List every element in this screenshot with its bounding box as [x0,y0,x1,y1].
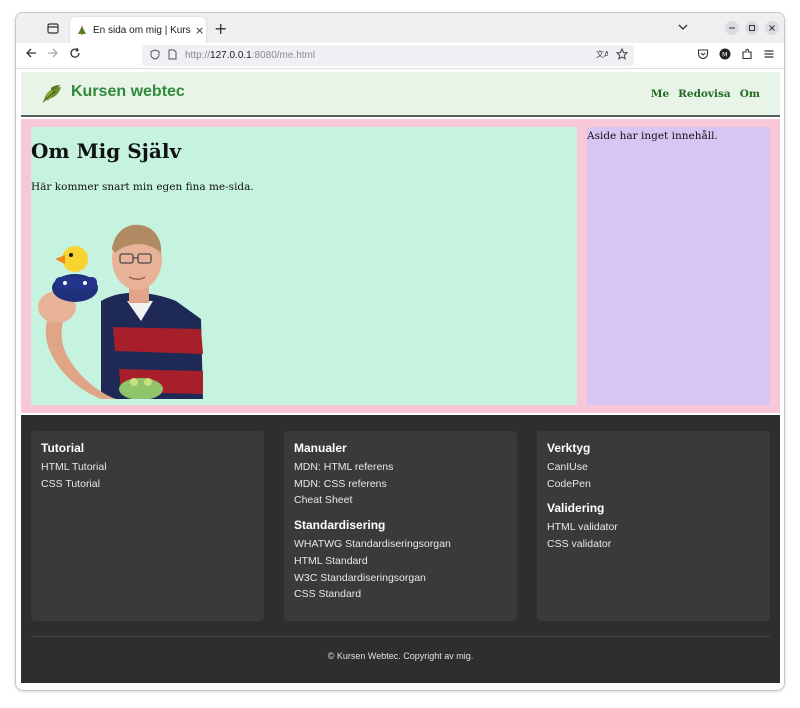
tab-active[interactable]: En sida om mig | Kursen webtec × [70,17,206,43]
footer-column-tutorial: Tutorial HTML Tutorial CSS Tutorial [31,431,264,621]
reload-icon[interactable] [69,47,81,63]
svg-text:文A: 文A [596,49,608,59]
tab-overview-icon[interactable] [44,20,62,36]
nav-link-me[interactable]: Me [651,88,669,100]
navigation-bar: http://127.0.0.1:8080/me.html 文A M [16,43,784,69]
copyright-text: © Kursen Webtec. Copyright av mig. [327,651,474,661]
url-path: :8080/me.html [251,50,316,61]
maximize-icon[interactable] [745,21,759,35]
footer-divider [31,636,770,637]
footer-link-whatwg[interactable]: WHATWG Standardiseringsorgan [294,536,507,553]
footer-link-codepen[interactable]: CodePen [547,476,760,493]
pocket-icon[interactable] [697,48,709,63]
new-tab-icon[interactable]: + [214,19,227,38]
minimize-icon[interactable] [725,21,739,35]
bookmark-star-icon[interactable] [615,47,629,63]
site-nav: Me Redovisa Om [651,88,760,100]
portrait-image [31,209,206,400]
footer-heading: Tutorial [41,441,85,455]
footer-link-html-validator[interactable]: HTML validator [547,519,760,536]
footer-column-manualer: Manualer MDN: HTML referens MDN: CSS ref… [284,431,517,621]
close-window-icon[interactable] [765,21,779,35]
url-host: 127.0.0.1 [210,50,252,61]
shield-icon[interactable] [150,48,160,63]
page-viewport: Kursen webtec Me Redovisa Om Om Mig Själ… [21,70,780,683]
footer-link-css-tutorial[interactable]: CSS Tutorial [41,476,254,493]
main-area: Om Mig Själv Här kommer snart min egen f… [21,119,780,413]
aside: Aside har inget innehåll. [587,127,770,405]
tab-close-icon[interactable]: × [195,24,204,37]
footer-link-mdn-css[interactable]: MDN: CSS referens [294,476,507,493]
article-paragraph: Här kommer snart min egen fina me-sida. [31,181,254,193]
page-title: Om Mig Själv [31,139,182,163]
url-scheme: http:// [185,50,211,61]
main-article: Om Mig Själv Här kommer snart min egen f… [31,127,577,405]
nav-link-redovisa[interactable]: Redovisa [678,88,731,100]
back-arrow-icon[interactable] [25,47,37,63]
footer-link-mdn-html[interactable]: MDN: HTML referens [294,459,507,476]
footer-link-css-validator[interactable]: CSS validator [547,536,760,553]
footer-heading: Manualer [294,441,347,455]
footer-heading: Verktyg [547,441,591,455]
footer-link-caniuse[interactable]: CanIUse [547,459,760,476]
leaf-logo-icon[interactable] [41,84,65,104]
page-info-icon[interactable] [168,49,177,63]
nav-link-om[interactable]: Om [740,88,760,100]
footer-heading: Validering [547,501,605,516]
footer-link-cheat-sheet[interactable]: Cheat Sheet [294,492,507,509]
leaf-favicon-icon [76,24,88,36]
chevron-down-icon[interactable] [678,21,688,34]
account-avatar-icon[interactable]: M [719,48,731,63]
footer-link-css-standard[interactable]: CSS Standard [294,586,507,603]
site-footer: Tutorial HTML Tutorial CSS Tutorial Manu… [21,415,780,683]
url-bar[interactable]: http://127.0.0.1:8080/me.html 文A [142,45,634,66]
footer-link-w3c[interactable]: W3C Standardiseringsorgan [294,570,507,587]
site-header: Kursen webtec Me Redovisa Om [21,72,780,117]
translate-icon[interactable]: 文A [596,48,610,63]
forward-arrow-icon[interactable] [47,47,59,63]
tab-title: En sida om mig | Kursen webtec [93,24,191,36]
extensions-icon[interactable] [741,48,753,63]
site-title[interactable]: Kursen webtec [71,83,185,101]
menu-hamburger-icon[interactable] [763,48,775,63]
footer-link-html-tutorial[interactable]: HTML Tutorial [41,459,254,476]
svg-text:M: M [722,51,728,59]
footer-link-html-standard[interactable]: HTML Standard [294,553,507,570]
footer-heading: Standardisering [294,518,386,533]
tab-bar: En sida om mig | Kursen webtec × + [16,13,784,43]
footer-column-verktyg: Verktyg CanIUse CodePen Validering HTML … [537,431,770,621]
aside-text: Aside har inget innehåll. [587,130,718,142]
browser-window: En sida om mig | Kursen webtec × + [15,12,785,691]
